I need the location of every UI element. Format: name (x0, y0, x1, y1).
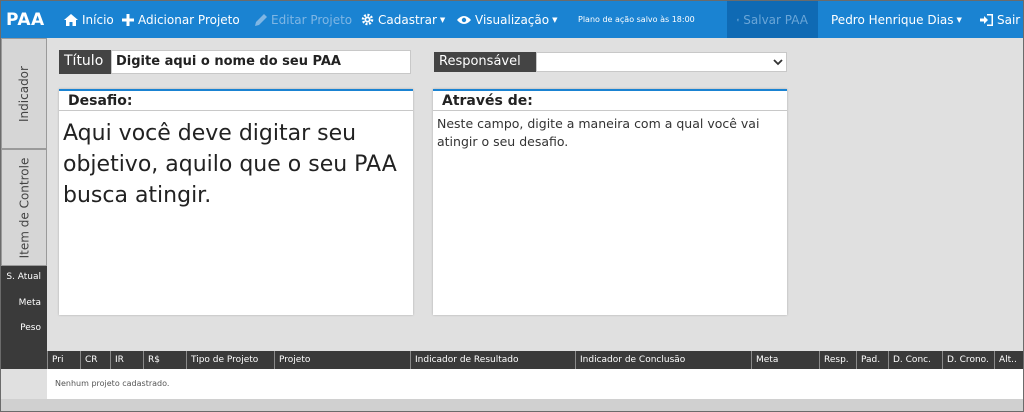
column-header-goal[interactable]: Meta (751, 351, 819, 369)
project-table-body: Nenhum projeto cadastrado. (47, 369, 1023, 399)
home-icon (64, 13, 78, 26)
empty-table-message: Nenhum projeto cadastrado. (55, 379, 170, 388)
home-link[interactable]: Início (64, 1, 114, 38)
column-header-project-type[interactable]: Tipo de Projeto (186, 351, 274, 369)
chevron-down-icon: ▼ (956, 15, 962, 24)
through-header: Através de: (433, 91, 787, 111)
add-project-label: Adicionar Projeto (138, 12, 240, 27)
home-label: Início (82, 12, 114, 27)
view-label: Visualização (475, 12, 550, 27)
challenge-card: Desafio: Aqui você deve digitar seu obje… (59, 89, 413, 315)
row-label-current: S. Atual (6, 272, 41, 282)
column-header-completion-date[interactable]: D. Conc. (888, 351, 942, 369)
register-dropdown[interactable]: Cadastrar ▼ (361, 1, 445, 38)
view-dropdown[interactable]: Visualização ▼ (457, 1, 558, 38)
chevron-down-icon: ▼ (439, 15, 446, 24)
gear-icon (361, 13, 374, 26)
tab-indicator[interactable]: Indicador (1, 38, 47, 149)
project-table-header: Pri CR IR R$ Tipo de Projeto Projeto Ind… (1, 351, 1023, 369)
navbar: PAA Início Adicionar Projeto Editar Proj… (1, 1, 1023, 38)
challenge-textarea[interactable]: Aqui você deve digitar seu objetivo, aqu… (59, 111, 413, 211)
brand-logo[interactable]: PAA (6, 1, 45, 38)
column-header-schedule-date[interactable]: D. Crono. (942, 351, 994, 369)
title-input[interactable]: Digite aqui o nome do seu PAA (111, 50, 411, 74)
edit-project-label: Editar Projeto (271, 12, 353, 27)
column-header-standard[interactable]: Pad. (856, 351, 888, 369)
save-status: Plano de ação salvo às 18:00 (578, 15, 695, 24)
column-header-responsible[interactable]: Resp. (819, 351, 856, 369)
row-label-goal: Meta (18, 298, 41, 308)
save-button[interactable]: Salvar PAA (727, 1, 818, 38)
user-name: Pedro Henrique Dias (831, 12, 954, 27)
eye-icon (457, 15, 471, 24)
column-header-completion-indicator[interactable]: Indicador de Conclusão (575, 351, 751, 369)
edit-project-button[interactable]: Editar Projeto (255, 1, 352, 38)
challenge-header: Desafio: (59, 91, 413, 111)
tab-control-item-label: Item de Controle (17, 157, 31, 258)
tab-indicator-label: Indicador (17, 65, 32, 122)
column-header-project[interactable]: Projeto (274, 351, 410, 369)
responsible-select[interactable] (536, 52, 787, 72)
left-rail: Indicador Item de Controle S. Atual Meta… (1, 38, 47, 368)
column-header-result-indicator[interactable]: Indicador de Resultado (410, 351, 575, 369)
pencil-icon (255, 13, 267, 26)
exit-label: Sair (997, 12, 1021, 27)
exit-link[interactable]: Sair (980, 1, 1020, 38)
row-label-weight: Peso (20, 323, 41, 333)
chevron-down-icon (773, 59, 783, 66)
register-label: Cadastrar (378, 12, 437, 27)
floppy-disk-icon (737, 18, 740, 21)
plus-icon (122, 13, 134, 26)
column-header-priority[interactable]: Pri (47, 351, 73, 369)
bottom-strip (1, 399, 1023, 411)
through-card: Através de: Neste campo, digite a maneir… (433, 89, 787, 315)
add-project-button[interactable]: Adicionar Projeto (122, 1, 240, 38)
column-header-cr[interactable]: CR (80, 351, 108, 369)
responsible-label: Responsável (434, 52, 536, 72)
chevron-down-icon: ▼ (552, 15, 558, 24)
user-menu[interactable]: Pedro Henrique Dias ▼ (831, 1, 962, 38)
sign-out-icon (980, 13, 993, 26)
column-header-ir[interactable]: IR (110, 351, 143, 369)
column-header-change[interactable]: Alt.. (994, 351, 1023, 369)
through-textarea[interactable]: Neste campo, digite a maneira com a qual… (433, 111, 787, 151)
tab-control-item[interactable]: Item de Controle (1, 149, 47, 266)
column-header-value[interactable]: R$ (143, 351, 186, 369)
title-label: Título (59, 50, 111, 74)
save-label: Salvar PAA (743, 12, 808, 27)
